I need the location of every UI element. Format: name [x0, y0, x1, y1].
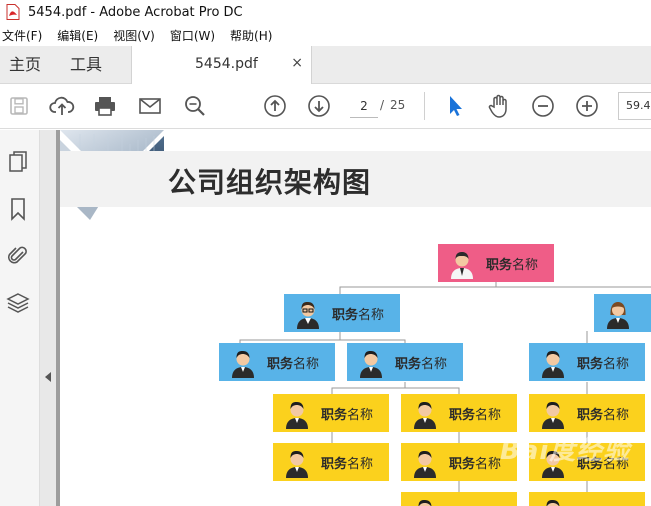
org-node-label: 职务名称	[321, 457, 374, 472]
page-down-icon[interactable]	[306, 93, 332, 119]
org-node-level3-partial	[529, 492, 645, 506]
pages-icon[interactable]	[6, 150, 30, 174]
org-node-label: 职务名称	[395, 357, 448, 372]
select-pointer-icon[interactable]	[442, 93, 468, 119]
male-avatar-icon	[542, 402, 564, 429]
tab-tools[interactable]: 工具	[70, 46, 102, 84]
org-node-level2-right	[594, 294, 651, 332]
org-node-level2b: 职务名称	[529, 343, 645, 381]
org-node-label: 职务名称	[267, 357, 320, 372]
page-number-input[interactable]: 2	[350, 94, 378, 118]
org-node-level3-partial	[401, 492, 517, 506]
org-node-label: 职务名称	[449, 408, 502, 423]
org-node-label: 职务名称	[449, 457, 502, 472]
menu-edit[interactable]: 编辑(E)	[57, 27, 98, 44]
menu-view[interactable]: 视图(V)	[113, 27, 155, 44]
male-avatar-icon	[414, 402, 436, 429]
org-node-label: 职务名称	[486, 258, 539, 273]
menu-window[interactable]: 窗口(W)	[170, 27, 215, 44]
pdf-page: 公司组织架构图 职务名称 职务名称 职务名称 职务名称 职务名称 职务名称 职务…	[60, 130, 651, 506]
document-tab-label: 5454.pdf	[195, 56, 258, 72]
male-avatar-icon	[232, 351, 254, 378]
zoom-level-input[interactable]: 59.4%	[618, 92, 651, 120]
org-node-label: 职务名称	[577, 408, 630, 423]
page-separator: /	[380, 98, 385, 112]
acrobat-window: 5454.pdf - Adobe Acrobat Pro DC 文件(F) 编辑…	[0, 0, 651, 506]
male-avatar-icon	[542, 351, 564, 378]
org-node-top: 职务名称	[438, 244, 554, 282]
save-icon[interactable]	[6, 93, 32, 119]
layers-icon[interactable]	[6, 291, 30, 315]
male-avatar-icon	[451, 252, 473, 279]
toolbar: 2 / 25 59.4%	[0, 84, 651, 129]
org-node-label: 职务名称	[332, 308, 385, 323]
hand-icon[interactable]	[486, 93, 512, 119]
male-avatar-icon	[418, 500, 432, 506]
female-avatar-icon	[607, 302, 629, 329]
watermark-text: Bai度经验	[500, 436, 631, 466]
male-glasses-avatar-icon	[297, 302, 319, 329]
org-node-level3: 职务名称	[529, 394, 645, 432]
title-bar: 5454.pdf - Adobe Acrobat Pro DC	[0, 0, 651, 24]
page-total: 25	[390, 98, 406, 112]
org-node-level3: 职务名称	[273, 394, 389, 432]
male-avatar-icon	[286, 451, 308, 478]
panel-collapse-strip[interactable]	[40, 130, 56, 506]
menu-file[interactable]: 文件(F)	[2, 27, 42, 44]
left-navigation-rail	[0, 130, 40, 506]
tab-document[interactable]: 5454.pdf ×	[131, 46, 312, 85]
org-node-level3: 职务名称	[273, 443, 389, 481]
page-up-icon[interactable]	[262, 93, 288, 119]
org-node-level2: 职务名称	[284, 294, 400, 332]
tab-bar: 主页 工具 5454.pdf ×	[0, 46, 651, 85]
print-icon[interactable]	[92, 93, 118, 119]
zoom-search-icon[interactable]	[182, 93, 208, 119]
close-tab-button[interactable]: ×	[291, 55, 303, 71]
male-avatar-icon	[546, 500, 560, 506]
org-node-level2b: 职务名称	[347, 343, 463, 381]
org-node-label: 职务名称	[321, 408, 374, 423]
male-avatar-icon	[414, 451, 436, 478]
menu-help[interactable]: 帮助(H)	[230, 27, 272, 44]
menu-bar: 文件(F) 编辑(E) 视图(V) 窗口(W) 帮助(H)	[0, 24, 651, 46]
attachment-icon[interactable]	[6, 243, 30, 267]
mail-icon[interactable]	[137, 93, 163, 119]
window-title: 5454.pdf - Adobe Acrobat Pro DC	[28, 4, 243, 20]
pdf-file-icon	[6, 4, 20, 20]
bookmark-icon[interactable]	[6, 197, 30, 221]
org-node-label: 职务名称	[577, 357, 630, 372]
upload-icon[interactable]	[49, 93, 75, 119]
male-avatar-icon	[286, 402, 308, 429]
tab-home[interactable]: 主页	[9, 46, 41, 84]
male-avatar-icon	[360, 351, 382, 378]
chevron-left-icon[interactable]	[43, 368, 53, 387]
org-node-level3: 职务名称	[401, 394, 517, 432]
org-node-level2b: 职务名称	[219, 343, 335, 381]
zoom-in-icon[interactable]	[574, 93, 600, 119]
toolbar-divider	[424, 92, 425, 120]
zoom-out-icon[interactable]	[530, 93, 556, 119]
